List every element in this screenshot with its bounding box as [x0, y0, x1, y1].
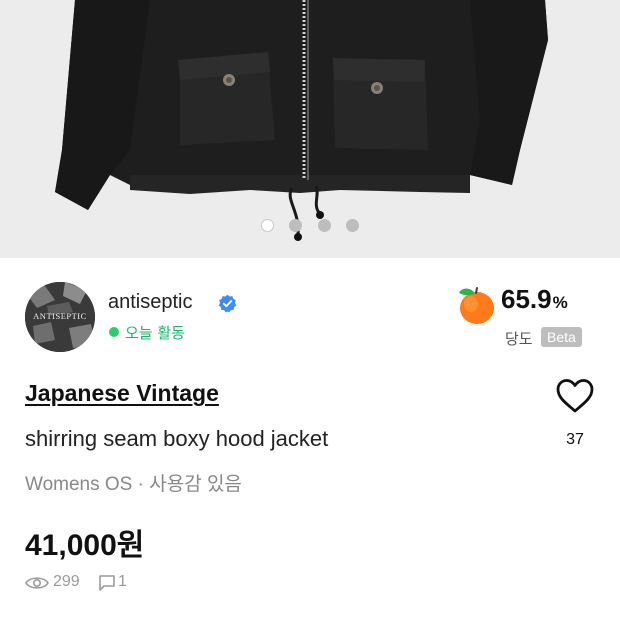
- chat-icon: [99, 575, 115, 591]
- online-indicator-icon: [109, 327, 119, 337]
- product-image-carousel[interactable]: [0, 0, 620, 258]
- seller-name[interactable]: antiseptic: [108, 291, 193, 314]
- avatar-logo-text: ANTISEPTIC: [33, 311, 87, 321]
- heart-icon[interactable]: [555, 378, 595, 414]
- comment-count: 1: [118, 573, 127, 590]
- sweetness-value: 65.9%: [501, 284, 568, 315]
- carousel-dot[interactable]: [289, 219, 302, 232]
- like-button[interactable]: 37: [553, 378, 597, 458]
- view-count: 299: [53, 573, 80, 590]
- sweetness-unit: %: [552, 293, 568, 312]
- carousel-dot[interactable]: [346, 219, 359, 232]
- avatar[interactable]: ANTISEPTIC: [25, 282, 95, 352]
- product-meta: Womens OS · 사용감 있음: [25, 474, 242, 495]
- carousel-dot[interactable]: [318, 219, 331, 232]
- verified-check-icon: [218, 294, 237, 313]
- product-price: 41,000원: [25, 529, 145, 562]
- peach-icon: [459, 287, 494, 324]
- product-title: shirring seam boxy hood jacket: [25, 426, 329, 451]
- beta-badge: Beta: [541, 327, 582, 347]
- carousel-dot[interactable]: [261, 219, 274, 232]
- activity-status: 오늘 활동: [109, 322, 185, 343]
- sweetness-label: 당도: [505, 330, 533, 348]
- sweetness-score[interactable]: 65.9% 당도 Beta: [455, 282, 595, 354]
- eye-icon: [25, 577, 49, 589]
- carousel-indicators: [0, 219, 620, 235]
- brand-link[interactable]: Japanese Vintage: [25, 380, 219, 407]
- activity-status-label: 오늘 활동: [125, 324, 185, 342]
- like-count: 37: [566, 431, 584, 448]
- sweetness-number: 65.9: [501, 284, 552, 314]
